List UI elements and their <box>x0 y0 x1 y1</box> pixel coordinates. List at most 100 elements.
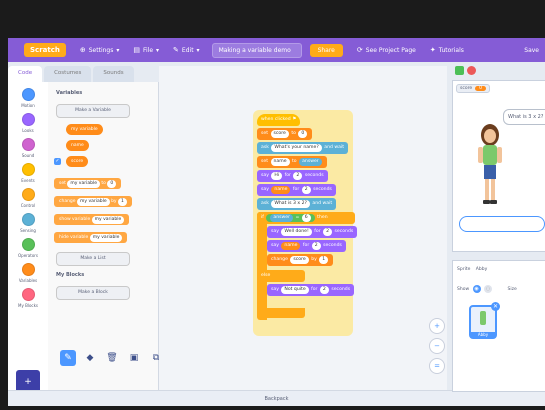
sprite-thumbnail[interactable]: ✕ Abby <box>469 302 500 339</box>
seconds-input[interactable]: 2 <box>319 286 329 294</box>
hide-variable-block[interactable]: hide variable my variable <box>54 232 128 243</box>
seconds-input[interactable]: 2 <box>301 186 311 194</box>
answer-reporter[interactable]: answer <box>299 158 322 166</box>
stage[interactable]: score 0 What is 3 x 2? <box>452 80 545 252</box>
set-score-block[interactable]: set score to 0 <box>257 128 313 140</box>
hide-var-dropdown[interactable]: my variable <box>89 234 123 242</box>
set-value-input[interactable]: 0 <box>107 180 117 188</box>
chevron-down-icon: ▾ <box>116 46 120 54</box>
category-looks[interactable]: Looks <box>8 113 48 133</box>
eye-icon[interactable]: ◉ <box>472 285 481 293</box>
seconds-input[interactable]: 2 <box>311 242 321 250</box>
change-value-input[interactable]: 1 <box>118 198 127 206</box>
zoom-out-icon[interactable]: − <box>429 338 445 354</box>
set-variable-block[interactable]: set my variable to 0 <box>54 178 122 189</box>
category-sound[interactable]: Sound <box>8 138 48 158</box>
pen-icon[interactable]: ✎ <box>60 350 76 366</box>
share-button[interactable]: Share <box>309 43 343 57</box>
tab-costumes[interactable]: Costumes <box>44 66 92 82</box>
seconds-input[interactable]: 2 <box>293 172 303 180</box>
file-menu[interactable]: ▤ File ▾ <box>133 46 159 54</box>
file-label: File <box>142 46 154 54</box>
value-input[interactable]: 1 <box>319 256 329 264</box>
var-reporter-my-variable[interactable]: my variable <box>66 124 103 135</box>
settings-menu[interactable]: ⊕ Settings ▾ <box>80 46 120 54</box>
category-my-blocks[interactable]: My Blocks <box>8 288 48 308</box>
tab-sounds[interactable]: Sounds <box>93 66 134 82</box>
question-input[interactable]: What is 3 x 2? <box>271 200 310 208</box>
if-block[interactable]: if answer = 6 then <box>257 212 355 224</box>
var-reporter-name[interactable]: name <box>66 140 89 151</box>
compare-input[interactable]: 6 <box>301 214 311 222</box>
monitor-label: score <box>460 86 473 91</box>
category-motion[interactable]: Motion <box>8 88 48 108</box>
sprite-info-pane: Sprite Abby Show ◉ ◌ Size ✕ Abby <box>452 260 545 392</box>
set-name-block[interactable]: set name to answer <box>257 156 327 168</box>
code-workspace[interactable]: when clicked ⚑ set score to 0 ask What's… <box>159 66 447 406</box>
category-events[interactable]: Events <box>8 163 48 183</box>
var-dropdown[interactable]: score <box>290 256 309 264</box>
change-score-block[interactable]: change score by 1 <box>267 254 334 266</box>
project-title-input[interactable]: Making a variable demo <box>211 42 302 58</box>
name-reporter[interactable]: name <box>271 186 291 194</box>
name-reporter[interactable]: name <box>281 242 301 250</box>
tutorials-label: Tutorials <box>438 46 464 54</box>
message-input[interactable]: Hi <box>271 172 283 180</box>
abby-sprite[interactable] <box>475 123 505 208</box>
eye-hidden-icon[interactable]: ◌ <box>484 285 493 293</box>
save-icon[interactable]: ▣ <box>126 350 142 366</box>
score-monitor: score 0 <box>456 84 490 93</box>
ask-math-block[interactable]: ask What is 3 x 2? and wait <box>257 198 337 210</box>
show-variable-block[interactable]: show variable my variable <box>54 214 130 225</box>
var-reporter-score[interactable]: score <box>66 156 89 167</box>
ask-name-block[interactable]: ask What's your name? and wait <box>257 142 349 154</box>
var-dropdown[interactable]: name <box>270 158 290 166</box>
tab-code[interactable]: Code <box>8 66 43 82</box>
see-project-page-button[interactable]: ⟳ See Project Page <box>357 46 416 54</box>
else-label-block[interactable]: else <box>257 270 305 282</box>
equals-operator[interactable]: answer = 6 <box>266 214 315 222</box>
eraser-icon[interactable]: ◆ <box>82 350 98 366</box>
checkbox-score[interactable]: ✓ <box>54 158 61 165</box>
seconds-input[interactable]: 2 <box>323 228 333 236</box>
zoom-in-icon[interactable]: + <box>429 318 445 334</box>
make-list-button[interactable]: Make a List <box>56 252 130 266</box>
stop-icon[interactable] <box>467 66 476 75</box>
sprite-thumb-figure <box>480 311 486 325</box>
say-not-quite-block[interactable]: say Not quite for 2 seconds <box>267 284 355 296</box>
question-input[interactable]: What's your name? <box>271 144 322 152</box>
category-operators[interactable]: Operators <box>8 238 48 258</box>
trash-icon[interactable]: 🗑 <box>104 350 120 366</box>
say-hi-block[interactable]: say Hi for 2 seconds <box>257 170 328 182</box>
category-sensing[interactable]: Sensing <box>8 213 48 233</box>
message-input[interactable]: Well done! <box>281 228 312 236</box>
answer-reporter[interactable]: answer <box>270 214 293 222</box>
make-block-button[interactable]: Make a Block <box>56 286 130 300</box>
message-input[interactable]: Not quite <box>281 286 309 294</box>
set-var-dropdown[interactable]: my variable <box>67 180 100 188</box>
show-var-dropdown[interactable]: my variable <box>91 216 125 224</box>
say-well-done-block[interactable]: say Well done! for 2 seconds <box>267 226 358 238</box>
green-flag-icon[interactable] <box>455 66 464 75</box>
sprite-name-row: Sprite Abby <box>457 267 487 272</box>
scratch-logo[interactable]: Scratch <box>24 43 66 57</box>
value-input[interactable]: 0 <box>298 130 308 138</box>
say-name-block[interactable]: say name for 2 seconds <box>257 184 336 196</box>
var-dropdown[interactable]: score <box>270 130 289 138</box>
save-now-link[interactable]: Save <box>524 47 539 54</box>
change-variable-block[interactable]: change my variable by 1 <box>54 196 132 207</box>
zoom-reset-icon[interactable]: = <box>429 358 445 374</box>
category-variables[interactable]: Variables <box>8 263 48 283</box>
stage-controls <box>452 64 545 78</box>
say-name-block-2[interactable]: say name for 2 seconds <box>267 240 346 252</box>
tutorials-button[interactable]: ✦ Tutorials <box>430 46 464 54</box>
when-flag-clicked-block[interactable]: when clicked ⚑ <box>257 114 301 126</box>
edit-menu[interactable]: ✎ Edit ▾ <box>173 46 200 54</box>
ask-answer-input[interactable] <box>459 216 545 232</box>
delete-icon[interactable]: ✕ <box>491 302 500 311</box>
make-variable-button[interactable]: Make a Variable <box>56 104 130 118</box>
change-var-dropdown[interactable]: my variable <box>77 198 110 206</box>
backpack-bar[interactable]: Backpack <box>8 390 545 406</box>
category-control[interactable]: Control <box>8 188 48 208</box>
sprite-name-field[interactable]: Abby <box>476 267 487 272</box>
